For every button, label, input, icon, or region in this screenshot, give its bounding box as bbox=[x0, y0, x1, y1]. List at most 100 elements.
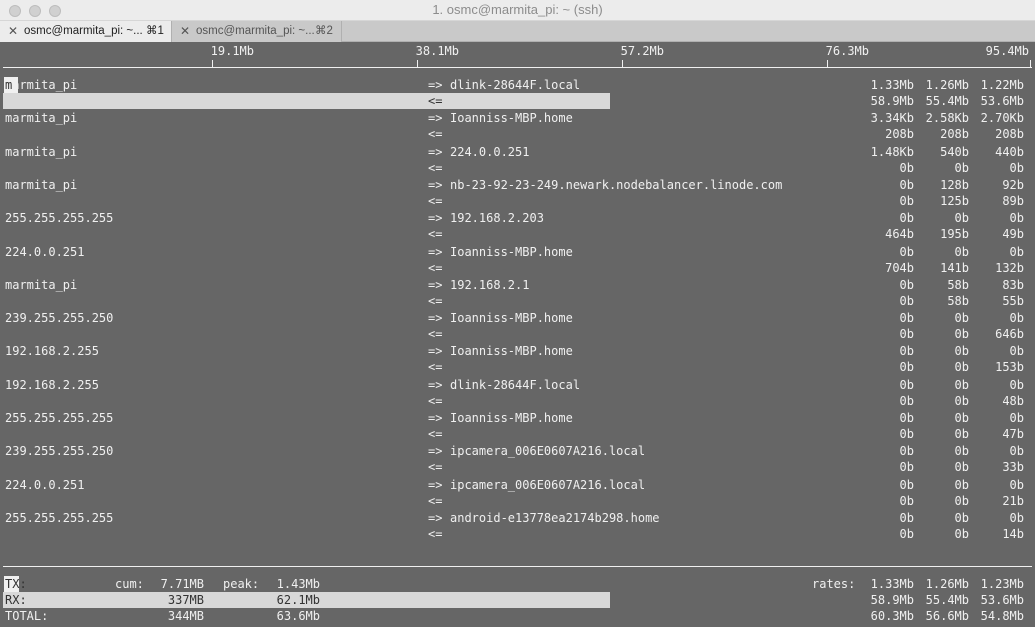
scale-label: 19.1Mb bbox=[210, 44, 254, 58]
in-rate-10s: 0b bbox=[954, 327, 969, 341]
destination-host: 192.168.2.203 bbox=[450, 211, 544, 225]
out-rate-10s: 0b bbox=[954, 511, 969, 525]
in-rate-40s: 208b bbox=[995, 127, 1024, 141]
scale-tick bbox=[417, 60, 418, 67]
scale-tick bbox=[827, 60, 828, 67]
in-rate-10s: 141b bbox=[940, 261, 969, 275]
in-rate-2s: 0b bbox=[899, 161, 914, 175]
in-rate-10s: 0b bbox=[954, 460, 969, 474]
out-rate-10s: 58b bbox=[947, 278, 969, 292]
in-arrow: <= bbox=[428, 194, 443, 208]
source-host: 255.255.255.255 bbox=[5, 511, 114, 525]
total-label: TOTAL: bbox=[5, 609, 49, 623]
total-rate-10s: 56.6Mb bbox=[925, 609, 969, 623]
close-icon[interactable]: ✕ bbox=[8, 21, 18, 42]
destination-host: Ioanniss-MBP.home bbox=[450, 344, 573, 358]
out-rate-2s: 0b bbox=[899, 478, 914, 492]
out-rate-40s: 0b bbox=[1009, 478, 1024, 492]
source-host: 192.168.2.255 bbox=[5, 344, 99, 358]
out-arrow: => bbox=[428, 344, 443, 358]
in-rate-2s: 0b bbox=[899, 494, 914, 508]
tx-cum: 7.71MB bbox=[160, 577, 204, 591]
out-rate-2s: 3.34Kb bbox=[870, 111, 914, 125]
out-rate-40s: 0b bbox=[1009, 411, 1024, 425]
in-arrow: <= bbox=[428, 494, 443, 508]
total-rate-40s: 54.8Mb bbox=[980, 609, 1024, 623]
in-rate-2s: 0b bbox=[899, 460, 914, 474]
source-host: marmita_pi bbox=[5, 278, 78, 292]
rx-label: RX: bbox=[5, 593, 27, 607]
in-arrow: <= bbox=[428, 394, 443, 408]
in-rate-40s: 55b bbox=[1002, 294, 1024, 308]
in-rate-10s: 0b bbox=[954, 394, 969, 408]
out-rate-2s: 0b bbox=[899, 511, 914, 525]
window-titlebar: 1. osmc@marmita_pi: ~ (ssh) bbox=[0, 0, 1035, 21]
close-icon[interactable]: ✕ bbox=[180, 21, 190, 42]
destination-host: ipcamera_006E0607A216.local bbox=[450, 444, 646, 458]
out-arrow: => bbox=[428, 245, 443, 259]
cum-label: cum: bbox=[115, 577, 144, 591]
tab-session-2[interactable]: ✕ osmc@marmita_pi: ~... ⌘2 bbox=[172, 21, 342, 42]
out-rate-2s: 0b bbox=[899, 444, 914, 458]
rx-peak: 62.1Mb bbox=[276, 593, 320, 607]
out-rate-40s: 0b bbox=[1009, 344, 1024, 358]
in-rate-40s: 21b bbox=[1002, 494, 1024, 508]
in-arrow: <= bbox=[428, 94, 443, 108]
out-arrow: => bbox=[428, 78, 443, 92]
out-rate-2s: 0b bbox=[899, 245, 914, 259]
in-arrow: <= bbox=[428, 127, 443, 141]
destination-host: nb-23-92-23-249.newark.nodebalancer.lino… bbox=[450, 178, 783, 192]
source-host: 239.255.255.250 bbox=[5, 444, 114, 458]
out-arrow: => bbox=[428, 478, 443, 492]
in-rate-40s: 49b bbox=[1002, 227, 1024, 241]
destination-host: Ioanniss-MBP.home bbox=[450, 311, 573, 325]
source-host: 255.255.255.255 bbox=[5, 211, 114, 225]
tab-session-1[interactable]: ✕ osmc@marmita_pi: ~... ⌘1 bbox=[0, 21, 172, 42]
source-host: 255.255.255.255 bbox=[5, 411, 114, 425]
out-rate-40s: 0b bbox=[1009, 378, 1024, 392]
scale-tick bbox=[1030, 60, 1031, 67]
rx-cum: 337MB bbox=[167, 593, 204, 607]
out-rate-10s: 0b bbox=[954, 245, 969, 259]
in-arrow: <= bbox=[428, 227, 443, 241]
in-rate-10s: 125b bbox=[940, 194, 969, 208]
window-title: 1. osmc@marmita_pi: ~ (ssh) bbox=[432, 2, 603, 17]
in-arrow: <= bbox=[428, 427, 443, 441]
destination-host: Ioanniss-MBP.home bbox=[450, 245, 573, 259]
out-rate-10s: 0b bbox=[954, 478, 969, 492]
in-rate-10s: 0b bbox=[954, 527, 969, 541]
tx-rate-2s: 1.33Mb bbox=[870, 577, 914, 591]
out-rate-10s: 0b bbox=[954, 378, 969, 392]
in-rate-40s: 153b bbox=[995, 360, 1024, 374]
scale-tick bbox=[212, 60, 213, 67]
in-rate-40s: 53.6Mb bbox=[980, 94, 1024, 108]
in-rate-40s: 33b bbox=[1002, 460, 1024, 474]
terminal-output[interactable]: 19.1Mb 38.1Mb 57.2Mb 76.3Mb 95.4Mb marmi… bbox=[0, 43, 1035, 627]
rx-rate-bar bbox=[3, 93, 610, 109]
out-rate-10s: 1.26Mb bbox=[925, 78, 969, 92]
in-rate-10s: 195b bbox=[940, 227, 969, 241]
in-rate-2s: 464b bbox=[885, 227, 914, 241]
out-rate-40s: 2.70Kb bbox=[980, 111, 1024, 125]
destination-host: Ioanniss-MBP.home bbox=[450, 111, 573, 125]
in-rate-10s: 58b bbox=[947, 294, 969, 308]
in-rate-2s: 0b bbox=[899, 394, 914, 408]
in-rate-2s: 704b bbox=[885, 261, 914, 275]
destination-host: dlink-28644F.local bbox=[450, 78, 581, 92]
out-rate-2s: 0b bbox=[899, 278, 914, 292]
out-rate-40s: 83b bbox=[1002, 278, 1024, 292]
out-arrow: => bbox=[428, 444, 443, 458]
in-rate-10s: 0b bbox=[954, 360, 969, 374]
out-rate-10s: 0b bbox=[954, 311, 969, 325]
out-rate-40s: 0b bbox=[1009, 511, 1024, 525]
in-rate-10s: 0b bbox=[954, 494, 969, 508]
out-arrow: => bbox=[428, 111, 443, 125]
scale-label: 57.2Mb bbox=[620, 44, 664, 58]
in-rate-2s: 0b bbox=[899, 360, 914, 374]
out-rate-10s: 2.58Kb bbox=[925, 111, 969, 125]
tx-rate-40s: 1.23Mb bbox=[980, 577, 1024, 591]
in-arrow: <= bbox=[428, 327, 443, 341]
scale-tick bbox=[622, 60, 623, 67]
destination-host: Ioanniss-MBP.home bbox=[450, 411, 573, 425]
tab-label: osmc@marmita_pi: ~... bbox=[24, 25, 143, 37]
